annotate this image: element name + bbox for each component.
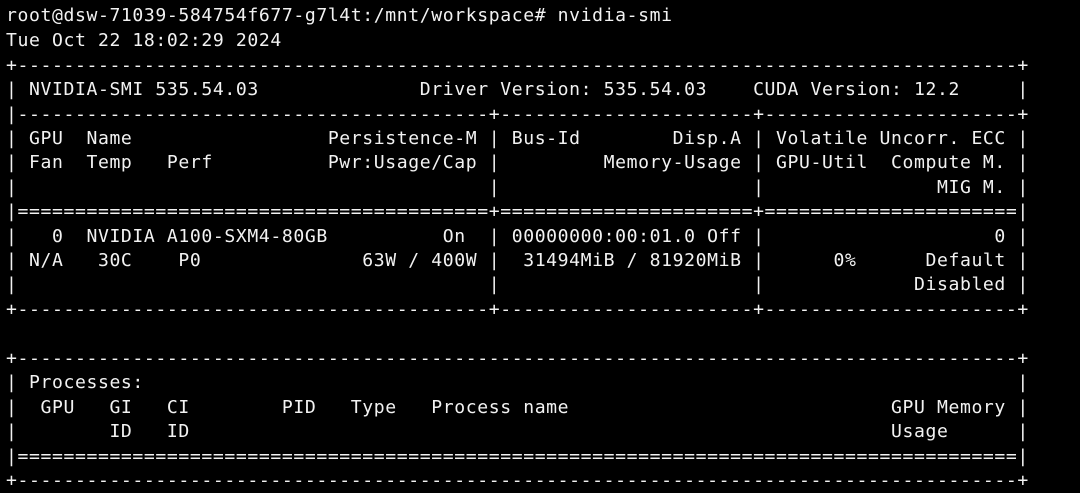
column-header-row-2: | Fan Temp Perf Pwr:Usage/Cap | Memory-U… <box>6 152 1029 173</box>
processes-header-row-2: | ID ID Usage | <box>6 421 1029 442</box>
processes-double-separator: |=======================================… <box>6 446 1029 467</box>
smi-version-header: | NVIDIA-SMI 535.54.03 Driver Version: 5… <box>6 79 1029 100</box>
header-separator: |---------------------------------------… <box>6 104 1029 125</box>
processes-border-top: +---------------------------------------… <box>6 348 1029 369</box>
processes-border-bottom: +---------------------------------------… <box>6 470 1029 491</box>
processes-header-row-1: | GPU GI CI PID Type Process name GPU Me… <box>6 397 1029 418</box>
command-prompt-line: root@dsw-71039-584754f677-g7l4t:/mnt/wor… <box>6 5 673 26</box>
table-border-top: +---------------------------------------… <box>6 55 1029 76</box>
timestamp-line: Tue Oct 22 18:02:29 2024 <box>6 30 282 51</box>
header-double-separator: |=======================================… <box>6 201 1029 222</box>
gpu-table-border-bottom: +---------------------------------------… <box>6 299 1029 320</box>
processes-title: | Processes: | <box>6 372 1029 393</box>
gpu-row-line-1: | 0 NVIDIA A100-SXM4-80GB On | 00000000:… <box>6 226 1029 247</box>
gpu-row-line-2: | N/A 30C P0 63W / 400W | 31494MiB / 819… <box>6 250 1029 271</box>
column-header-row-3: | | | MIG M. | <box>6 177 1029 198</box>
gpu-row-line-3: | | | Disabled | <box>6 274 1029 295</box>
column-header-row-1: | GPU Name Persistence-M | Bus-Id Disp.A… <box>6 128 1029 149</box>
terminal-window[interactable]: root@dsw-71039-584754f677-g7l4t:/mnt/wor… <box>0 0 1080 493</box>
